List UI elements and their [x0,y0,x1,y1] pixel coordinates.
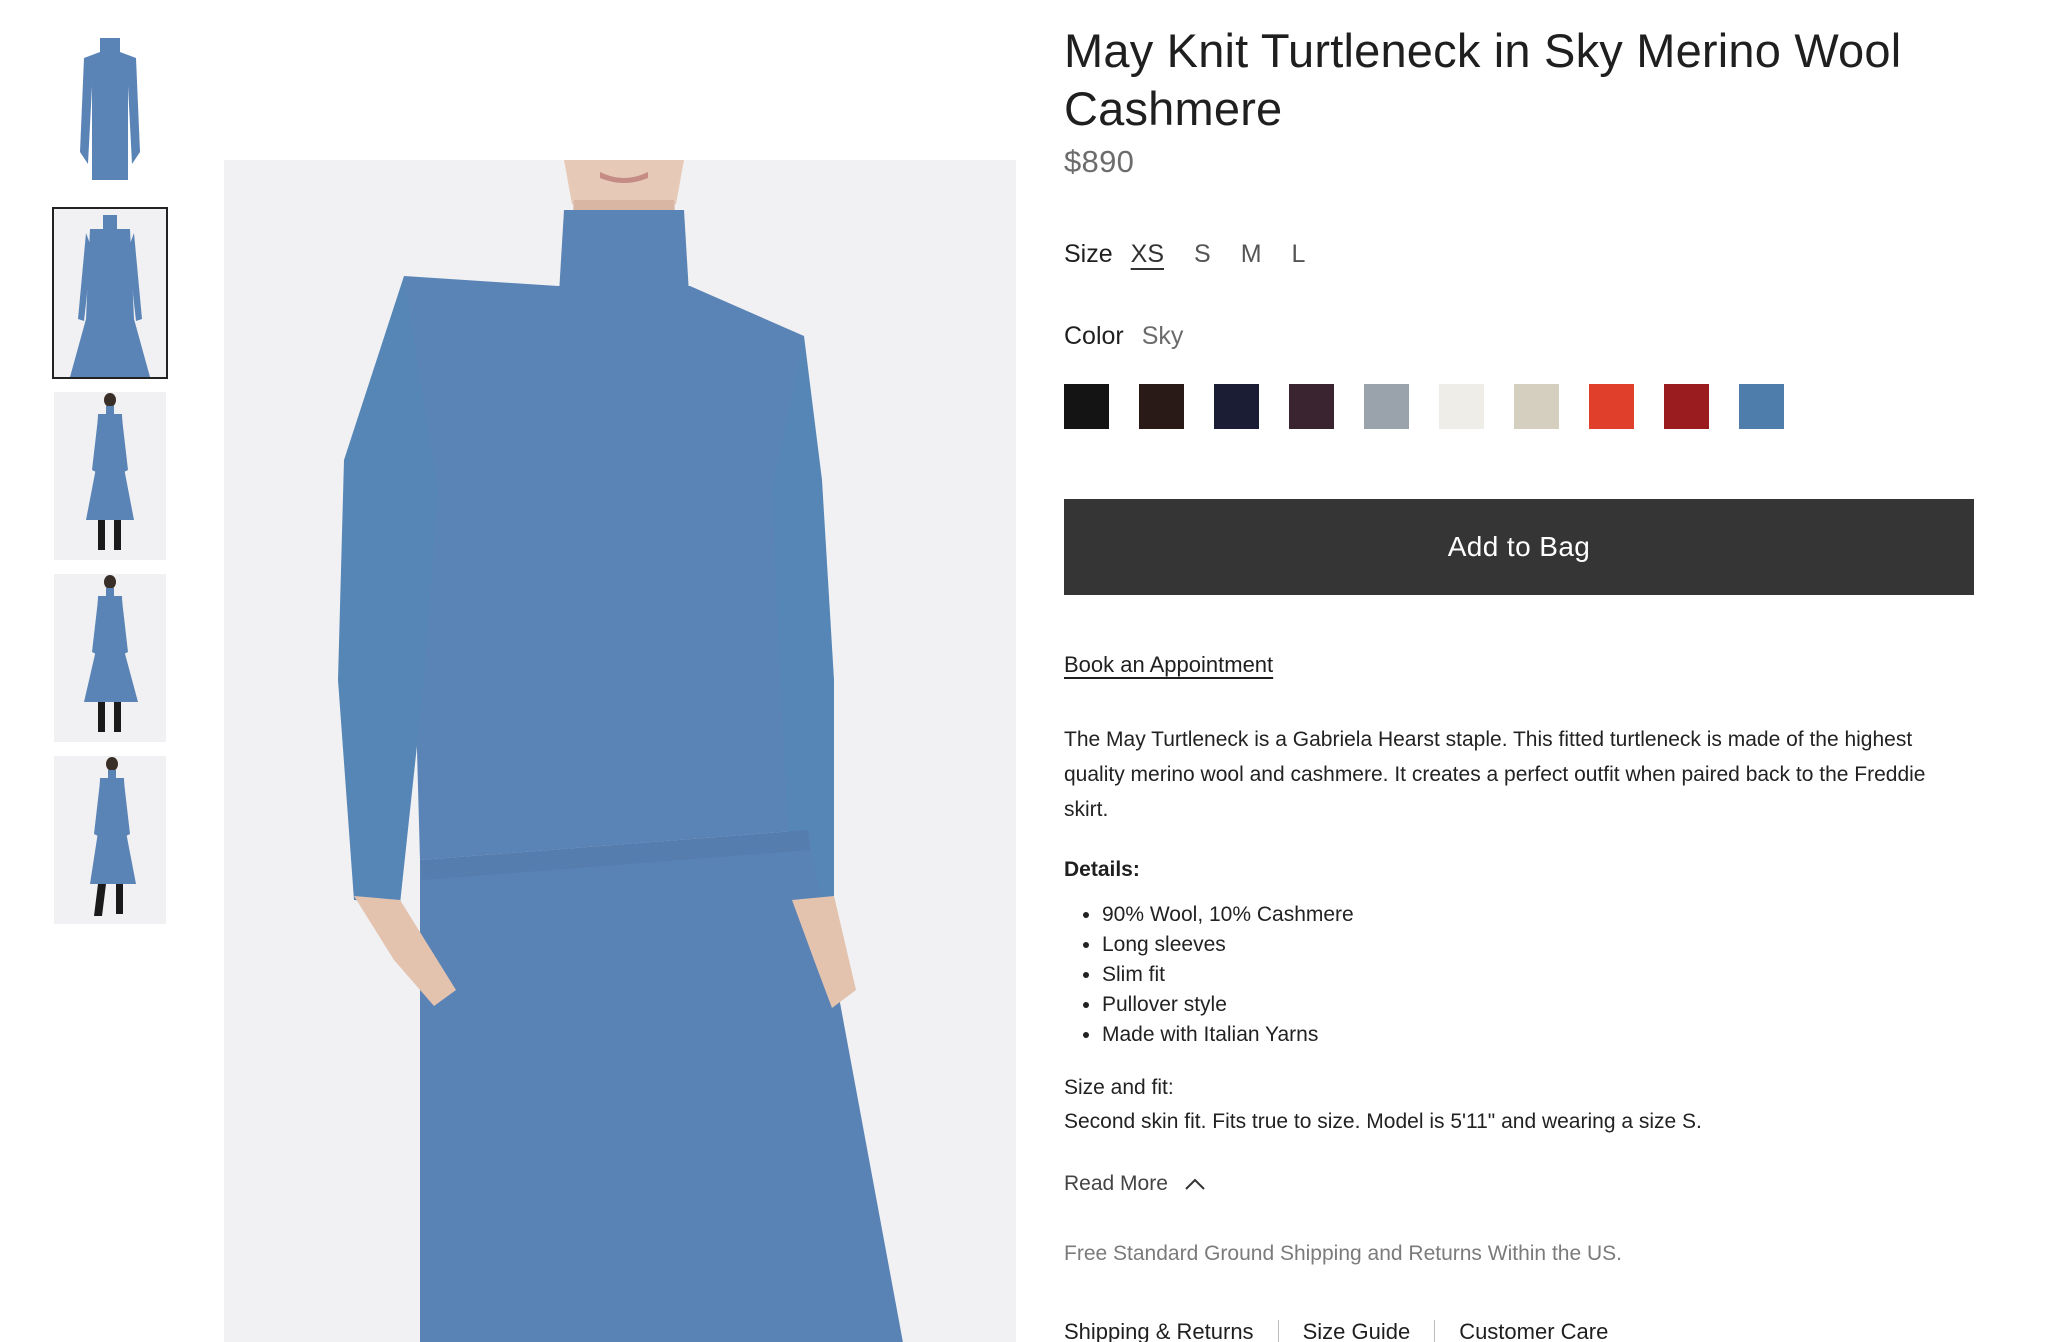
size-fit-text: Second skin fit. Fits true to size. Mode… [1064,1110,1702,1133]
color-swatch[interactable] [1214,384,1259,429]
details-heading: Details: [1064,858,1140,881]
size-option-xs[interactable]: XS [1131,240,1164,269]
list-item: Long sleeves [1102,930,1354,960]
thumbnail-model-side[interactable] [54,574,166,742]
color-label: Color [1064,322,1124,350]
color-swatch[interactable] [1289,384,1334,429]
size-selector: Size XS S M L [1064,240,1335,269]
size-guide-link[interactable]: Size Guide [1303,1319,1411,1342]
add-to-bag-button[interactable]: Add to Bag [1064,499,1974,595]
thumbnail-flat-sweater[interactable] [54,24,166,192]
thumbnail-model-walking[interactable] [54,756,166,924]
color-swatch[interactable] [1589,384,1634,429]
shipping-note: Free Standard Ground Shipping and Return… [1064,1242,1622,1265]
chevron-up-icon [1185,1178,1205,1190]
product-price: $890 [1064,144,1135,179]
product-info: May Knit Turtleneck in Sky Merino Wool C… [1064,22,1974,1342]
product-title: May Knit Turtleneck in Sky Merino Wool C… [1064,24,1902,135]
color-selector: Color Sky [1064,322,1183,351]
list-item: Slim fit [1102,960,1354,990]
color-swatch[interactable] [1439,384,1484,429]
color-swatch[interactable] [1064,384,1109,429]
footer-links: Shipping & Returns Size Guide Customer C… [1064,1319,1608,1342]
size-fit-heading: Size and fit: [1064,1076,1174,1099]
list-item: 90% Wool, 10% Cashmere [1102,900,1354,930]
divider [1434,1320,1436,1342]
color-value: Sky [1141,322,1184,350]
size-label: Size [1064,240,1113,268]
size-option-s[interactable]: S [1194,240,1211,269]
read-more-toggle[interactable]: Read More [1064,1172,1206,1196]
list-item: Made with Italian Yarns [1102,1020,1354,1050]
thumbnail-model-front[interactable] [54,392,166,560]
color-swatch[interactable] [1664,384,1709,429]
color-swatch[interactable] [1739,384,1784,429]
product-description: The May Turtleneck is a Gabriela Hearst … [1064,728,1926,821]
size-option-l[interactable]: L [1292,240,1306,269]
color-swatch[interactable] [1139,384,1184,429]
main-product-image[interactable] [224,160,1016,1342]
customer-care-link[interactable]: Customer Care [1459,1319,1608,1342]
color-swatch[interactable] [1514,384,1559,429]
color-swatches [1064,384,1814,429]
book-appointment-link[interactable]: Book an Appointment [1064,652,1273,678]
list-item: Pullover style [1102,990,1354,1020]
color-swatch[interactable] [1364,384,1409,429]
details-list: 90% Wool, 10% Cashmere Long sleeves Slim… [1102,900,1354,1050]
size-option-m[interactable]: M [1241,240,1262,269]
shipping-returns-link[interactable]: Shipping & Returns [1064,1319,1254,1342]
read-more-label: Read More [1064,1172,1168,1195]
divider [1277,1320,1279,1342]
thumbnail-model-closeup[interactable] [52,207,168,379]
